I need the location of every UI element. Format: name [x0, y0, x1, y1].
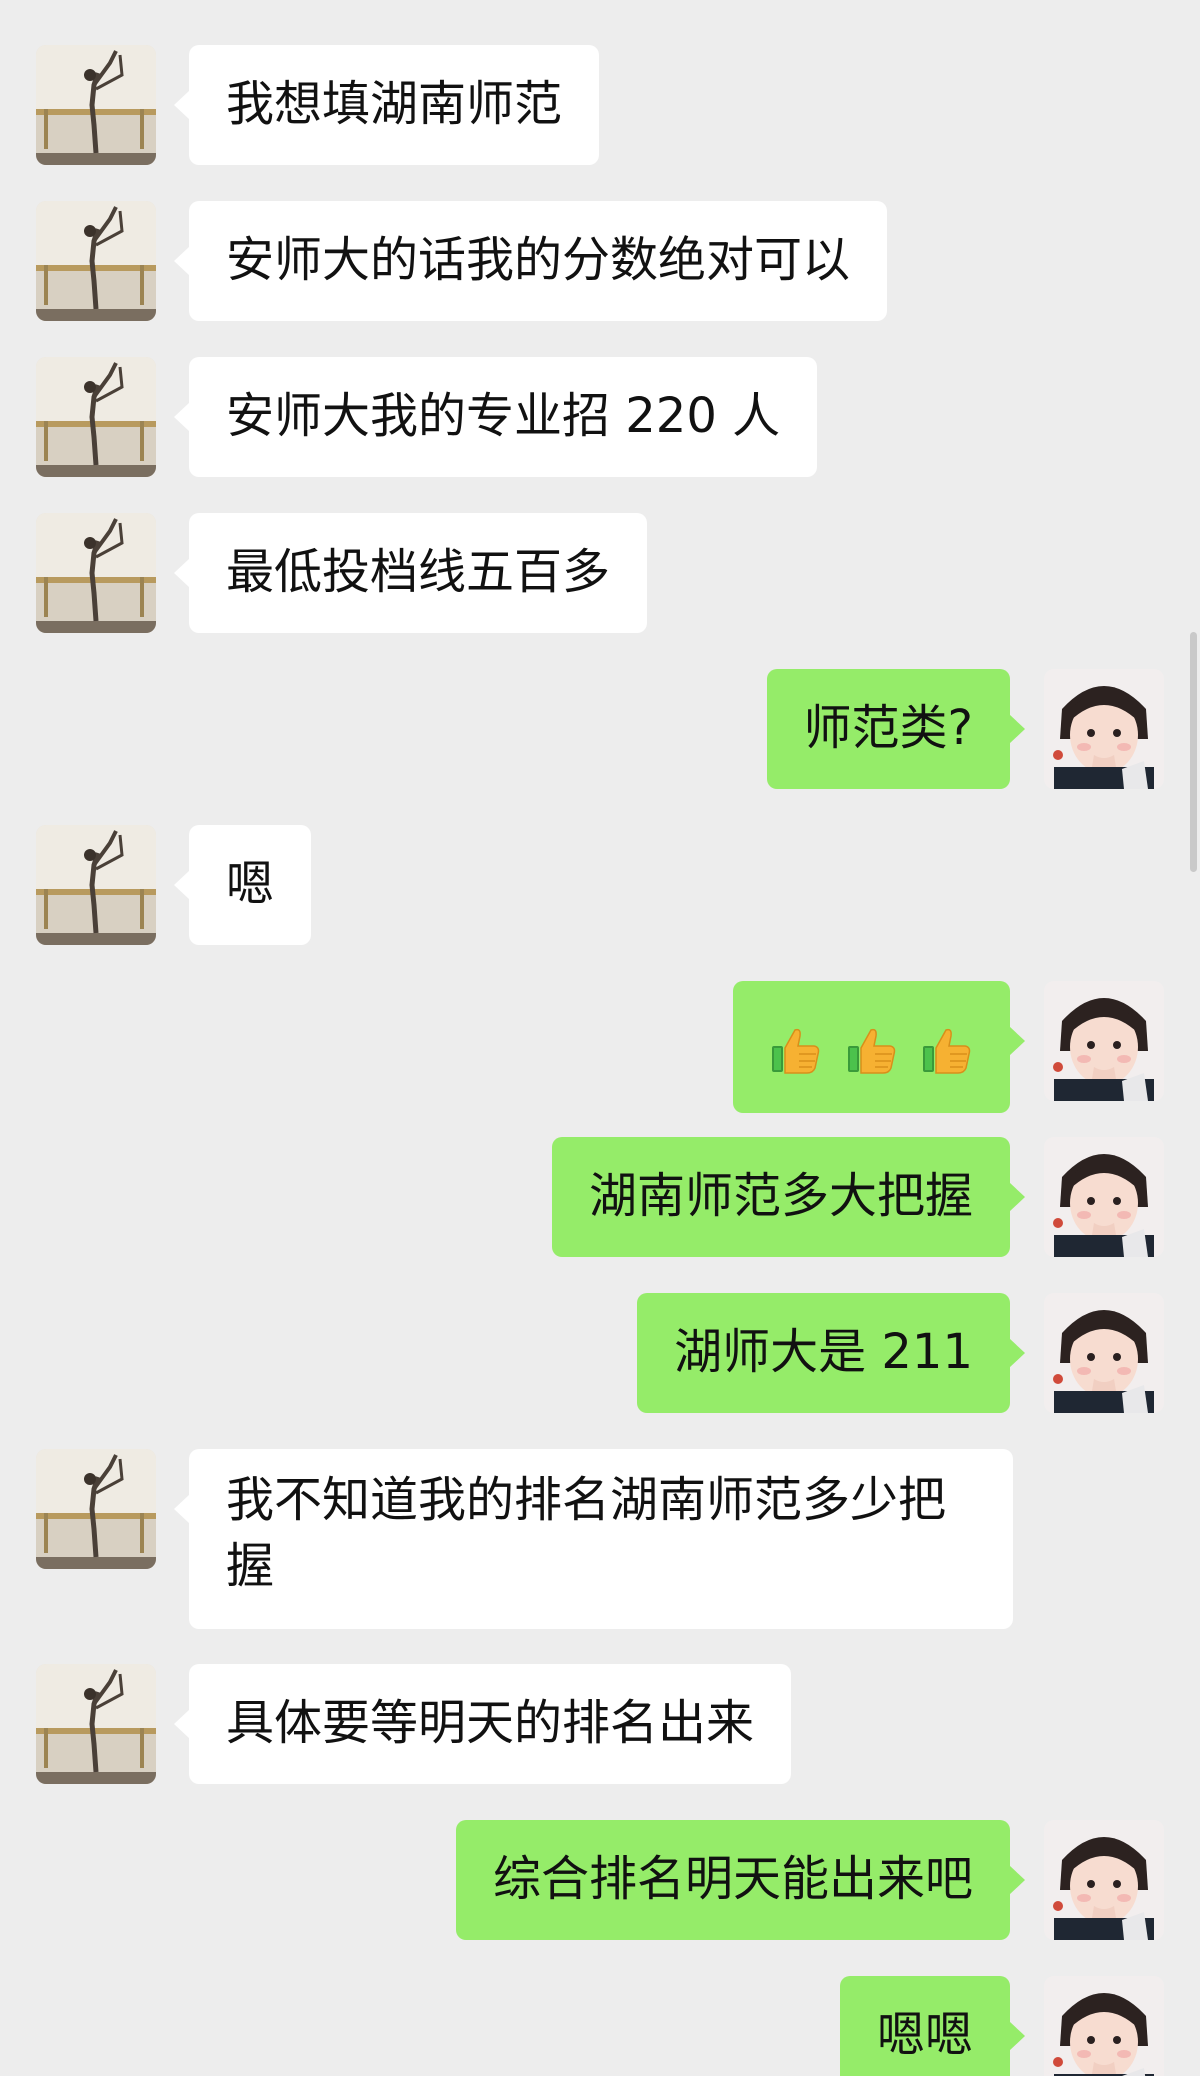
user-avatar[interactable]: [1044, 669, 1164, 789]
contact-avatar[interactable]: [36, 45, 156, 165]
thumbs-up-icon: [847, 1028, 895, 1074]
user-avatar[interactable]: [1044, 1137, 1164, 1257]
message-bubble[interactable]: 嗯: [173, 825, 312, 945]
contact-avatar[interactable]: [36, 825, 156, 945]
message-bubble[interactable]: 我想填湖南师范: [173, 45, 600, 165]
message-text: 湖南师范多大把握: [588, 1168, 973, 1224]
contact-avatar[interactable]: [36, 201, 156, 321]
user-avatar[interactable]: [1044, 981, 1164, 1101]
message-text: 我不知道我的排名湖南师范多少把握: [226, 1472, 947, 1594]
message-bubble[interactable]: 安师大的话我的分数绝对可以: [173, 201, 888, 321]
chat-message-outgoing: 嗯嗯: [0, 1976, 1200, 2076]
message-text: 具体要等明天的排名出来: [226, 1695, 755, 1751]
message-bubble[interactable]: 嗯嗯: [839, 1976, 1026, 2076]
contact-avatar[interactable]: [36, 357, 156, 477]
contact-avatar[interactable]: [36, 1664, 156, 1784]
message-text: 综合排名明天能出来吧: [492, 1851, 973, 1907]
scrollbar[interactable]: [1190, 632, 1197, 872]
user-avatar[interactable]: [1044, 1976, 1164, 2076]
message-text: 师范类?: [803, 700, 973, 756]
message-text: 我想填湖南师范: [226, 76, 563, 132]
user-avatar[interactable]: [1044, 1293, 1164, 1413]
contact-avatar[interactable]: [36, 513, 156, 633]
message-bubble[interactable]: [733, 981, 1025, 1113]
message-text: 嗯嗯: [876, 2007, 973, 2063]
message-bubble[interactable]: 最低投档线五百多: [173, 513, 648, 633]
message-bubble[interactable]: 综合排名明天能出来吧: [455, 1820, 1026, 1940]
message-text: 最低投档线五百多: [226, 544, 611, 600]
chat-message-list[interactable]: 我想填湖南师范 安师大的话我的分数绝对可以 安师大我的专业招 220 人 最低投…: [0, 0, 1200, 2076]
message-bubble[interactable]: 我不知道我的排名湖南师范多少把握: [174, 1449, 1013, 1629]
message-text: 安师大的话我的分数绝对可以: [226, 232, 851, 288]
user-avatar[interactable]: [1044, 1820, 1164, 1940]
message-bubble[interactable]: 具体要等明天的排名出来: [173, 1664, 792, 1784]
contact-avatar[interactable]: [36, 1449, 156, 1569]
thumbs-up-icon: [923, 1028, 971, 1074]
message-text: 湖师大是 211: [674, 1324, 973, 1380]
message-bubble[interactable]: 湖南师范多大把握: [551, 1137, 1026, 1257]
message-bubble[interactable]: 安师大我的专业招 220 人: [173, 357, 818, 477]
message-bubble[interactable]: 湖师大是 211: [637, 1293, 1025, 1413]
message-text: 嗯: [226, 856, 275, 912]
thumbs-up-icon: [772, 1028, 820, 1074]
message-bubble[interactable]: 师范类?: [766, 669, 1026, 789]
message-text: 安师大我的专业招 220 人: [226, 388, 781, 444]
